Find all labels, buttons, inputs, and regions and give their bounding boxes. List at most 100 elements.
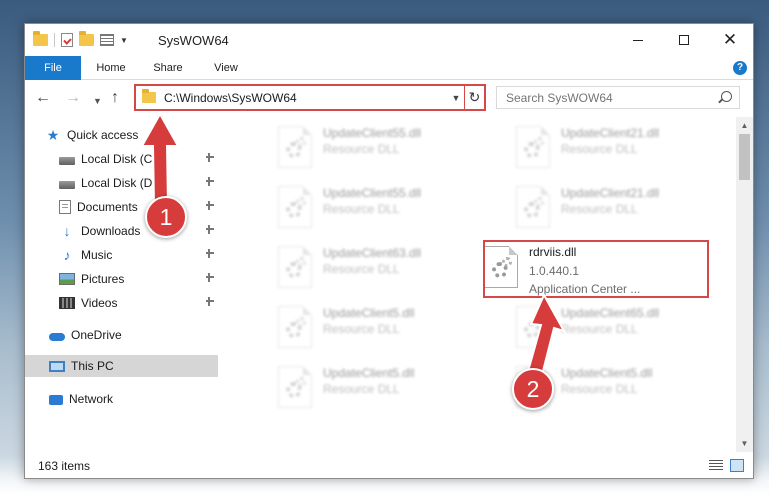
file-tile[interactable]: UpdateClient21.dll Resource DLL	[486, 182, 706, 232]
scroll-thumb[interactable]	[739, 134, 750, 180]
scroll-up-button[interactable]: ▲	[736, 117, 753, 134]
gear-icon	[296, 197, 306, 207]
file-tile[interactable]: UpdateClient5.dll Resource DLL	[248, 362, 468, 412]
file-tile[interactable]: UpdateClient55.dll Resource DLL	[248, 182, 468, 232]
pin-icon[interactable]	[206, 177, 214, 186]
maximize-button[interactable]	[661, 24, 707, 56]
address-dropdown-icon[interactable]: ▼	[448, 93, 464, 103]
search-placeholder: Search SysWOW64	[506, 91, 613, 105]
file-name: UpdateClient55.dll	[323, 186, 422, 200]
document-icon	[59, 200, 71, 214]
ribbon-tabs: File Home Share View ?	[25, 56, 753, 80]
sidebar-item-network[interactable]: Network	[25, 388, 218, 410]
properties-icon[interactable]	[61, 33, 73, 47]
vertical-scrollbar[interactable]: ▲ ▼	[736, 117, 753, 452]
title-bar: ▼ SysWOW64 ✕	[25, 24, 753, 56]
navigation-pane: ★ Quick access Local Disk (C:) Local Dis…	[25, 117, 218, 452]
address-path[interactable]: C:\Windows\SysWOW64	[164, 91, 448, 105]
file-type: Resource DLL	[323, 202, 400, 216]
quick-access-toolbar: ▼	[33, 31, 128, 48]
file-type: Resource DLL	[323, 322, 400, 336]
file-name: UpdateClient55.dll	[323, 126, 422, 140]
tab-view[interactable]: View	[208, 56, 244, 80]
up-button[interactable]: ↑	[111, 89, 119, 107]
sidebar-item-quick-access[interactable]: ★ Quick access	[25, 124, 218, 146]
sidebar-item-label: Music	[81, 248, 113, 262]
gear-icon	[296, 317, 306, 327]
customize-view-icon[interactable]	[100, 34, 114, 46]
disk-icon	[59, 180, 75, 189]
gear-icon	[296, 257, 306, 267]
pin-icon[interactable]	[206, 225, 214, 234]
sidebar-item-videos[interactable]: Videos	[25, 292, 218, 314]
file-type: Resource DLL	[561, 202, 638, 216]
step-2-badge: 2	[512, 368, 554, 410]
pin-icon[interactable]	[206, 201, 214, 210]
tab-share[interactable]: Share	[149, 56, 187, 80]
sidebar-item-label: Documents	[77, 200, 138, 214]
close-button[interactable]: ✕	[707, 24, 753, 56]
pictures-icon	[59, 273, 75, 285]
computer-icon	[49, 360, 65, 372]
dll-file-icon	[516, 126, 550, 168]
dll-file-icon	[278, 306, 312, 348]
file-type: Resource DLL	[323, 142, 400, 156]
pin-icon[interactable]	[206, 273, 214, 282]
dll-file-icon	[278, 186, 312, 228]
sidebar-item-this-pc[interactable]: This PC	[25, 355, 218, 377]
gear-icon	[296, 377, 306, 387]
file-name: UpdateClient21.dll	[561, 186, 660, 200]
file-highlight-box	[483, 240, 709, 298]
refresh-button[interactable]: ↻	[464, 86, 484, 109]
status-bar: 163 items	[25, 452, 753, 478]
maximize-icon	[679, 35, 689, 45]
recent-locations-button[interactable]: ▼	[93, 92, 102, 110]
pin-icon[interactable]	[206, 297, 214, 306]
sidebar-item-label: Quick access	[67, 128, 139, 142]
details-view-icon[interactable]	[709, 460, 723, 471]
sidebar-item-onedrive[interactable]: OneDrive	[25, 324, 218, 346]
file-tile[interactable]: UpdateClient21.dll Resource DLL	[486, 122, 706, 172]
toolbar-divider	[54, 33, 55, 47]
navigation-bar: ← → ▼ ↑ C:\Windows\SysWOW64 ▼ ↻ Search S…	[25, 81, 753, 117]
file-type: Resource DLL	[323, 382, 400, 396]
sidebar-item-local-disk-d[interactable]: Local Disk (D:)	[25, 172, 218, 194]
scroll-down-button[interactable]: ▼	[736, 435, 753, 452]
forward-button[interactable]: →	[65, 89, 81, 107]
minimize-icon	[633, 39, 643, 41]
tab-home[interactable]: Home	[91, 56, 131, 80]
chevron-down-icon[interactable]: ▼	[120, 36, 128, 45]
new-folder-icon[interactable]	[79, 31, 94, 46]
pin-icon[interactable]	[206, 153, 214, 162]
sidebar-item-music[interactable]: ♪ Music	[25, 244, 218, 266]
dll-file-icon	[278, 126, 312, 168]
sidebar-item-label: Pictures	[81, 272, 125, 286]
close-icon: ✕	[722, 30, 738, 49]
sidebar-item-label: OneDrive	[71, 328, 122, 342]
pin-icon[interactable]	[206, 249, 214, 258]
sidebar-item-downloads[interactable]: ↓ Downloads	[25, 220, 218, 242]
search-input[interactable]: Search SysWOW64	[496, 86, 740, 109]
dll-file-icon	[516, 186, 550, 228]
sidebar-item-local-disk-c[interactable]: Local Disk (C:)	[25, 148, 218, 170]
file-tile[interactable]: UpdateClient55.dll Resource DLL	[248, 122, 468, 172]
file-name: UpdateClient65.dll	[561, 306, 660, 320]
sidebar-item-label: This PC	[71, 359, 114, 373]
file-name: UpdateClient5.dll	[561, 366, 653, 380]
cloud-icon	[49, 333, 65, 341]
tiles-view-icon[interactable]	[730, 459, 744, 472]
help-icon[interactable]: ?	[733, 61, 747, 75]
tab-file[interactable]: File	[25, 56, 81, 80]
folder-icon	[142, 89, 156, 103]
sidebar-item-pictures[interactable]: Pictures	[25, 268, 218, 290]
address-bar[interactable]: C:\Windows\SysWOW64 ▼ ↻	[134, 84, 486, 111]
sidebar-item-label: Downloads	[81, 224, 141, 238]
sidebar-item-documents[interactable]: Documents	[25, 196, 218, 218]
file-tile[interactable]: UpdateClient63.dll Resource DLL	[248, 242, 468, 292]
dll-file-icon	[516, 306, 550, 348]
minimize-button[interactable]	[615, 24, 661, 56]
file-tile[interactable]: UpdateClient65.dll Resource DLL	[486, 302, 706, 352]
file-name: UpdateClient5.dll	[323, 306, 415, 320]
back-button[interactable]: ←	[35, 89, 51, 107]
file-tile[interactable]: UpdateClient5.dll Resource DLL	[248, 302, 468, 352]
